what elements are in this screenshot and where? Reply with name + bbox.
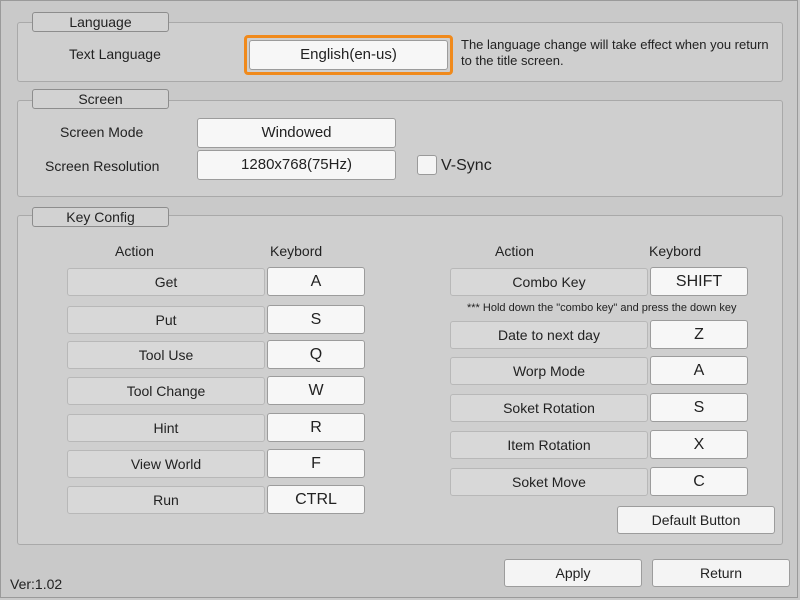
return-button[interactable]: Return [652,559,790,587]
screen-resolution-select[interactable]: 1280x768(75Hz) [197,150,396,180]
action-put: Put [67,306,265,334]
key-binding-date-to-next-day[interactable]: Z [650,320,748,349]
action-date-to-next-day: Date to next day [450,321,648,349]
action-run: Run [67,486,265,514]
screen-mode-select[interactable]: Windowed [197,118,396,148]
language-section-tag: Language [32,12,169,32]
right-keyboard-header: Keybord [649,243,702,259]
action-soket-move: Soket Move [450,468,648,496]
text-language-label: Text Language [69,46,161,62]
right-action-header: Action [495,243,534,259]
key-config-section-tag: Key Config [32,207,169,227]
combo-key-note: *** Hold down the "combo key" and press … [467,302,737,314]
key-binding-combo-key[interactable]: SHIFT [650,267,748,296]
text-language-select[interactable]: English(en-us) [249,40,448,70]
action-tool-use: Tool Use [67,341,265,369]
key-binding-get[interactable]: A [267,267,365,296]
action-item-rotation: Item Rotation [450,431,648,459]
key-binding-hint[interactable]: R [267,413,365,442]
action-tool-change: Tool Change [67,377,265,405]
screen-panel [17,100,783,197]
key-binding-tool-use[interactable]: Q [267,340,365,369]
action-get: Get [67,268,265,296]
key-binding-view-world[interactable]: F [267,449,365,478]
action-combo-key: Combo Key [450,268,648,296]
action-hint: Hint [67,414,265,442]
screen-resolution-label: Screen Resolution [45,158,160,174]
key-binding-soket-move[interactable]: C [650,467,748,496]
left-keyboard-header: Keybord [270,243,323,259]
key-binding-put[interactable]: S [267,305,365,334]
action-worp-mode: Worp Mode [450,357,648,385]
screen-mode-label: Screen Mode [60,124,144,140]
version-label: Ver:1.02 [10,576,63,592]
key-binding-tool-change[interactable]: W [267,376,365,405]
key-binding-run[interactable]: CTRL [267,485,365,514]
key-binding-item-rotation[interactable]: X [650,430,748,459]
left-action-header: Action [115,243,154,259]
vsync-checkbox[interactable] [417,155,437,175]
key-binding-soket-rotation[interactable]: S [650,393,748,422]
language-change-note: The language change will take effect whe… [461,37,769,68]
action-view-world: View World [67,450,265,478]
vsync-label: V-Sync [441,157,492,174]
default-button[interactable]: Default Button [617,506,775,534]
apply-button[interactable]: Apply [504,559,642,587]
screen-section-tag: Screen [32,89,169,109]
key-binding-worp-mode[interactable]: A [650,356,748,385]
action-soket-rotation: Soket Rotation [450,394,648,422]
